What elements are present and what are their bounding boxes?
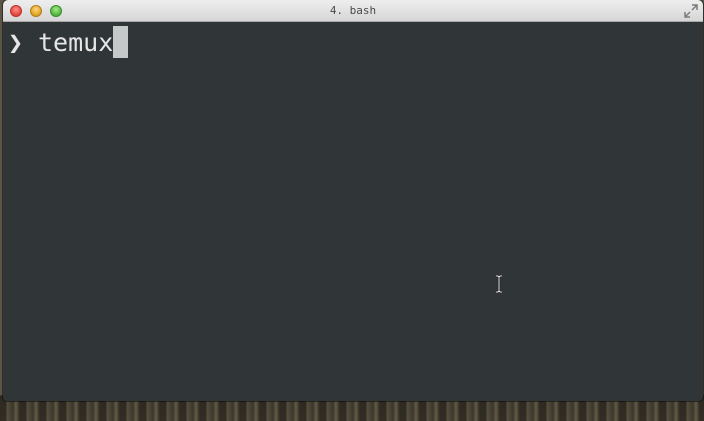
typed-command: temux [38, 27, 114, 57]
fullscreen-arrows-icon[interactable] [684, 4, 698, 18]
title-bar[interactable]: 4. bash [3, 0, 703, 22]
text-ibeam-icon [496, 275, 502, 293]
command-line[interactable]: ❯ temux [8, 26, 129, 58]
prompt-chevron-icon: ❯ [8, 27, 24, 57]
window-title: 4. bash [329, 4, 377, 17]
terminal-window: 4. bash ❯ temux [3, 0, 703, 401]
desktop-wallpaper-strip [0, 400, 704, 421]
block-cursor [113, 26, 129, 58]
terminal-content-area[interactable]: ❯ temux [3, 22, 703, 401]
